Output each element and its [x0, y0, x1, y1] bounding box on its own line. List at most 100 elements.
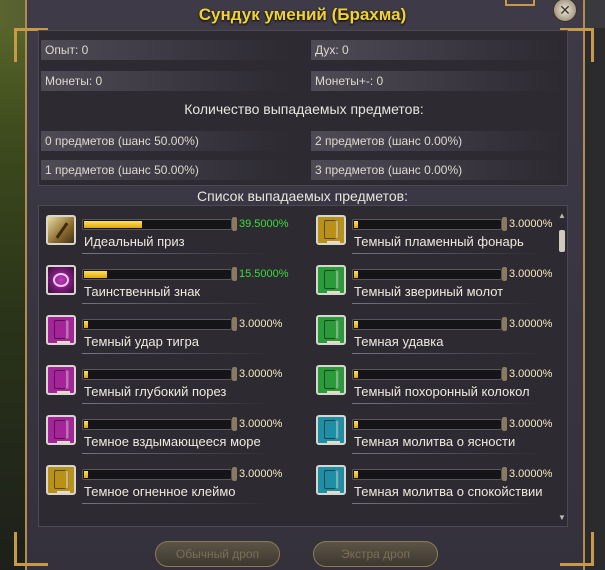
drop-count-option: 2 предметов (шанс 0.00%) — [311, 131, 561, 151]
item-divider — [352, 403, 542, 404]
drop-chance-percent: 3.0000% — [239, 318, 283, 330]
teal-book-icon[interactable] — [316, 415, 346, 445]
drop-item-name: Темный пламенный фонарь — [354, 234, 524, 249]
bar-end-cap — [232, 417, 237, 431]
drop-item-name: Таинственный знак — [84, 284, 201, 299]
drop-chance-percent: 3.0000% — [509, 418, 553, 430]
item-divider — [82, 503, 272, 504]
bar-end-cap — [232, 317, 237, 331]
bar-end-cap — [232, 367, 237, 381]
drop-chance-bar — [82, 419, 232, 430]
extra-drop-button[interactable]: Экстра дроп — [313, 541, 438, 567]
purple-book-icon[interactable] — [46, 415, 76, 445]
item-divider — [352, 453, 542, 454]
scroll-icon[interactable] — [46, 215, 76, 245]
drop-chance-percent: 39.5000% — [239, 218, 289, 230]
drop-chance-percent: 15.5000% — [239, 268, 289, 280]
bar-end-cap — [502, 267, 507, 281]
exp-stat: Опыт: 0 — [41, 40, 291, 60]
purple-book-icon[interactable] — [46, 365, 76, 395]
drop-chance-bar-fill — [354, 321, 358, 328]
drop-chance-percent: 3.0000% — [509, 318, 553, 330]
drop-chance-percent: 3.0000% — [509, 268, 553, 280]
drop-chance-bar — [82, 269, 232, 280]
drop-chance-bar — [352, 219, 502, 230]
bar-end-cap — [502, 467, 507, 481]
drop-count-option: 3 предметов (шанс 0.00%) — [311, 160, 561, 180]
drop-chance-bar — [82, 469, 232, 480]
coins-plus-stat: Монеты+-: 0 — [311, 71, 561, 91]
scroll-down-icon[interactable]: ▼ — [558, 514, 566, 522]
drop-item[interactable]: 15.5000% Таинственный знак — [46, 265, 291, 313]
drop-count-option: 0 предметов (шанс 50.00%) — [41, 131, 291, 151]
drop-chance-percent: 3.0000% — [509, 368, 553, 380]
item-divider — [82, 253, 272, 254]
drop-item[interactable]: 3.0000% Темная молитва о ясности — [316, 415, 561, 463]
item-divider — [352, 503, 542, 504]
drop-chance-bar — [82, 319, 232, 330]
drop-item-name: Темная молитва о спокойствии — [354, 484, 543, 499]
scroll-up-icon[interactable]: ▲ — [558, 212, 566, 220]
drop-item-name: Темный похоронный колокол — [354, 384, 530, 399]
bar-end-cap — [232, 467, 237, 481]
drop-item[interactable]: 39.5000% Идеальный приз — [46, 215, 291, 263]
bar-end-cap — [502, 417, 507, 431]
drop-item[interactable]: 3.0000% Темное огненное клеймо — [46, 465, 291, 513]
drop-item[interactable]: 3.0000% Темный глубокий порез — [46, 365, 291, 413]
drop-chance-bar-fill — [354, 471, 358, 478]
drop-chance-bar — [352, 419, 502, 430]
drop-chance-bar-fill — [84, 421, 88, 428]
corner-ornament-bottom-right — [560, 532, 594, 566]
drop-chance-bar — [82, 369, 232, 380]
gold-book-icon[interactable] — [46, 465, 76, 495]
drop-item[interactable]: 3.0000% Темный звериный молот — [316, 265, 561, 313]
drop-chance-bar-fill — [354, 421, 358, 428]
drop-chance-bar-fill — [84, 371, 88, 378]
drop-item[interactable]: 3.0000% Темный похоронный колокол — [316, 365, 561, 413]
purple-book-icon[interactable] — [46, 315, 76, 345]
item-divider — [82, 303, 272, 304]
bar-end-cap — [502, 317, 507, 331]
item-divider — [352, 353, 542, 354]
drop-item[interactable]: 3.0000% Темная молитва о спокойствии — [316, 465, 561, 513]
drop-chance-percent: 3.0000% — [509, 218, 553, 230]
scroll-thumb[interactable] — [559, 230, 565, 252]
coins-stat: Монеты: 0 — [41, 71, 291, 91]
drop-chance-bar-fill — [84, 321, 88, 328]
drop-chance-percent: 3.0000% — [239, 418, 283, 430]
drop-chance-percent: 3.0000% — [239, 468, 283, 480]
normal-drop-button[interactable]: Обычный дроп — [155, 541, 280, 567]
drop-count-heading: Количество выпадаемых предметов: — [184, 101, 424, 117]
drop-chance-bar-fill — [354, 271, 358, 278]
drop-item[interactable]: 3.0000% Темная удавка — [316, 315, 561, 363]
drop-item-name: Темное огненное клеймо — [84, 484, 236, 499]
drop-item[interactable]: 3.0000% Темный удар тигра — [46, 315, 291, 363]
close-icon: ✕ — [559, 2, 571, 18]
drop-item-name: Темная молитва о ясности — [354, 434, 516, 449]
drop-item[interactable]: 3.0000% Темный пламенный фонарь — [316, 215, 561, 263]
drop-item-name: Темная удавка — [354, 334, 444, 349]
mystic-sign-icon[interactable] — [46, 265, 76, 295]
item-divider — [352, 303, 542, 304]
item-divider — [82, 353, 272, 354]
green-book-icon[interactable] — [316, 315, 346, 345]
drop-chance-bar-fill — [84, 221, 142, 228]
gold-book-icon[interactable] — [316, 215, 346, 245]
drop-chance-bar-fill — [84, 471, 88, 478]
bar-end-cap — [502, 217, 507, 231]
drop-chance-bar — [352, 369, 502, 380]
drop-count-option: 1 предметов (шанс 50.00%) — [41, 160, 291, 180]
drop-chance-percent: 3.0000% — [509, 468, 553, 480]
drop-item-name: Темный звериный молот — [354, 284, 504, 299]
scrollbar[interactable]: ▲ ▼ — [558, 212, 566, 522]
item-divider — [82, 403, 272, 404]
teal-book-icon[interactable] — [316, 465, 346, 495]
green-book-icon[interactable] — [316, 265, 346, 295]
stats-panel: Опыт: 0 Дух: 0 Монеты: 0 Монеты+-: 0 Кол… — [38, 30, 568, 186]
drop-item-name: Идеальный приз — [84, 234, 185, 249]
drop-item-name: Темный глубокий порез — [84, 384, 227, 399]
drop-item[interactable]: 3.0000% Темное вздымающееся море — [46, 415, 291, 463]
drop-list-heading: Список выпадаемых предметов: — [197, 188, 408, 204]
drop-chance-bar-fill — [84, 271, 107, 278]
green-book-icon[interactable] — [316, 365, 346, 395]
